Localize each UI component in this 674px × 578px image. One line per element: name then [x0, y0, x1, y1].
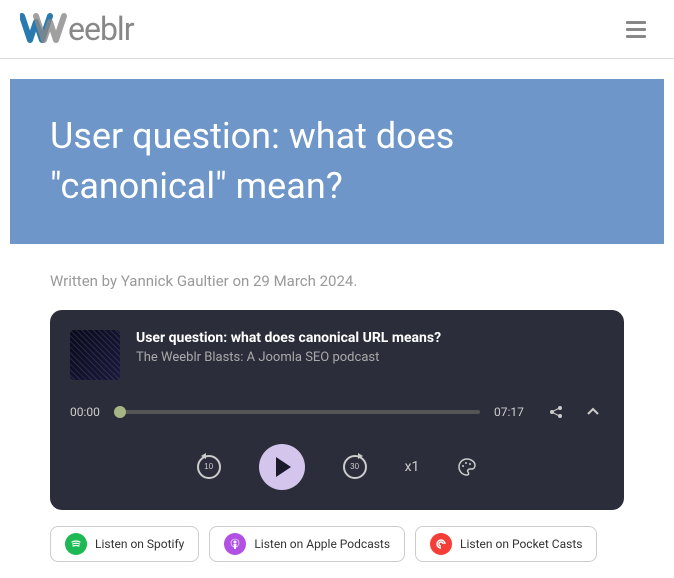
pocket-casts-icon	[430, 533, 452, 555]
listen-apple-link[interactable]: Listen on Apple Podcasts	[209, 526, 405, 562]
player-controls: 10 30 x1	[70, 444, 604, 490]
play-icon	[276, 457, 291, 477]
apple-podcasts-icon	[224, 533, 246, 555]
track-header: User question: what does canonical URL m…	[70, 330, 604, 380]
menu-button[interactable]	[618, 13, 654, 46]
skip-forward-button[interactable]: 30	[339, 451, 371, 483]
listen-pocket-label: Listen on Pocket Casts	[460, 537, 582, 551]
progress-row: 00:00 07:17	[70, 400, 604, 424]
play-button[interactable]	[259, 444, 305, 490]
chevron-up-icon	[586, 405, 600, 419]
palette-icon	[457, 457, 477, 477]
speed-button[interactable]: x1	[405, 459, 420, 475]
skip-forward-icon: 30	[343, 455, 367, 479]
spotify-icon	[65, 533, 87, 555]
hero-banner: User question: what does "canonical" mea…	[10, 79, 664, 244]
skip-back-button[interactable]: 10	[193, 451, 225, 483]
share-icon	[548, 404, 564, 420]
site-header: eeblr	[0, 0, 674, 59]
logo-mark	[20, 12, 68, 46]
progress-handle[interactable]	[114, 406, 126, 418]
time-duration: 07:17	[494, 405, 530, 419]
time-current: 00:00	[70, 405, 106, 419]
share-button[interactable]	[544, 400, 568, 424]
listen-spotify-label: Listen on Spotify	[95, 537, 184, 551]
byline: Written by Yannick Gaultier on 29 March …	[10, 244, 664, 310]
listen-apple-label: Listen on Apple Podcasts	[254, 537, 390, 551]
progress-bar[interactable]	[120, 410, 480, 414]
listen-spotify-link[interactable]: Listen on Spotify	[50, 526, 199, 562]
podcast-name: The Weeblr Blasts: A Joomla SEO podcast	[136, 350, 604, 365]
theme-button[interactable]	[453, 453, 481, 481]
episode-title: User question: what does canonical URL m…	[136, 330, 604, 346]
podcast-player: User question: what does canonical URL m…	[50, 310, 624, 510]
collapse-button[interactable]	[582, 401, 604, 423]
listen-pocket-link[interactable]: Listen on Pocket Casts	[415, 526, 597, 562]
logo[interactable]: eeblr	[20, 10, 134, 48]
skip-back-icon: 10	[197, 455, 221, 479]
page-title: User question: what does "canonical" mea…	[50, 111, 624, 212]
listen-links: Listen on Spotify Listen on Apple Podcas…	[10, 510, 664, 578]
podcast-artwork	[70, 330, 120, 380]
logo-text: eeblr	[68, 10, 134, 48]
main-content: User question: what does "canonical" mea…	[0, 59, 674, 578]
